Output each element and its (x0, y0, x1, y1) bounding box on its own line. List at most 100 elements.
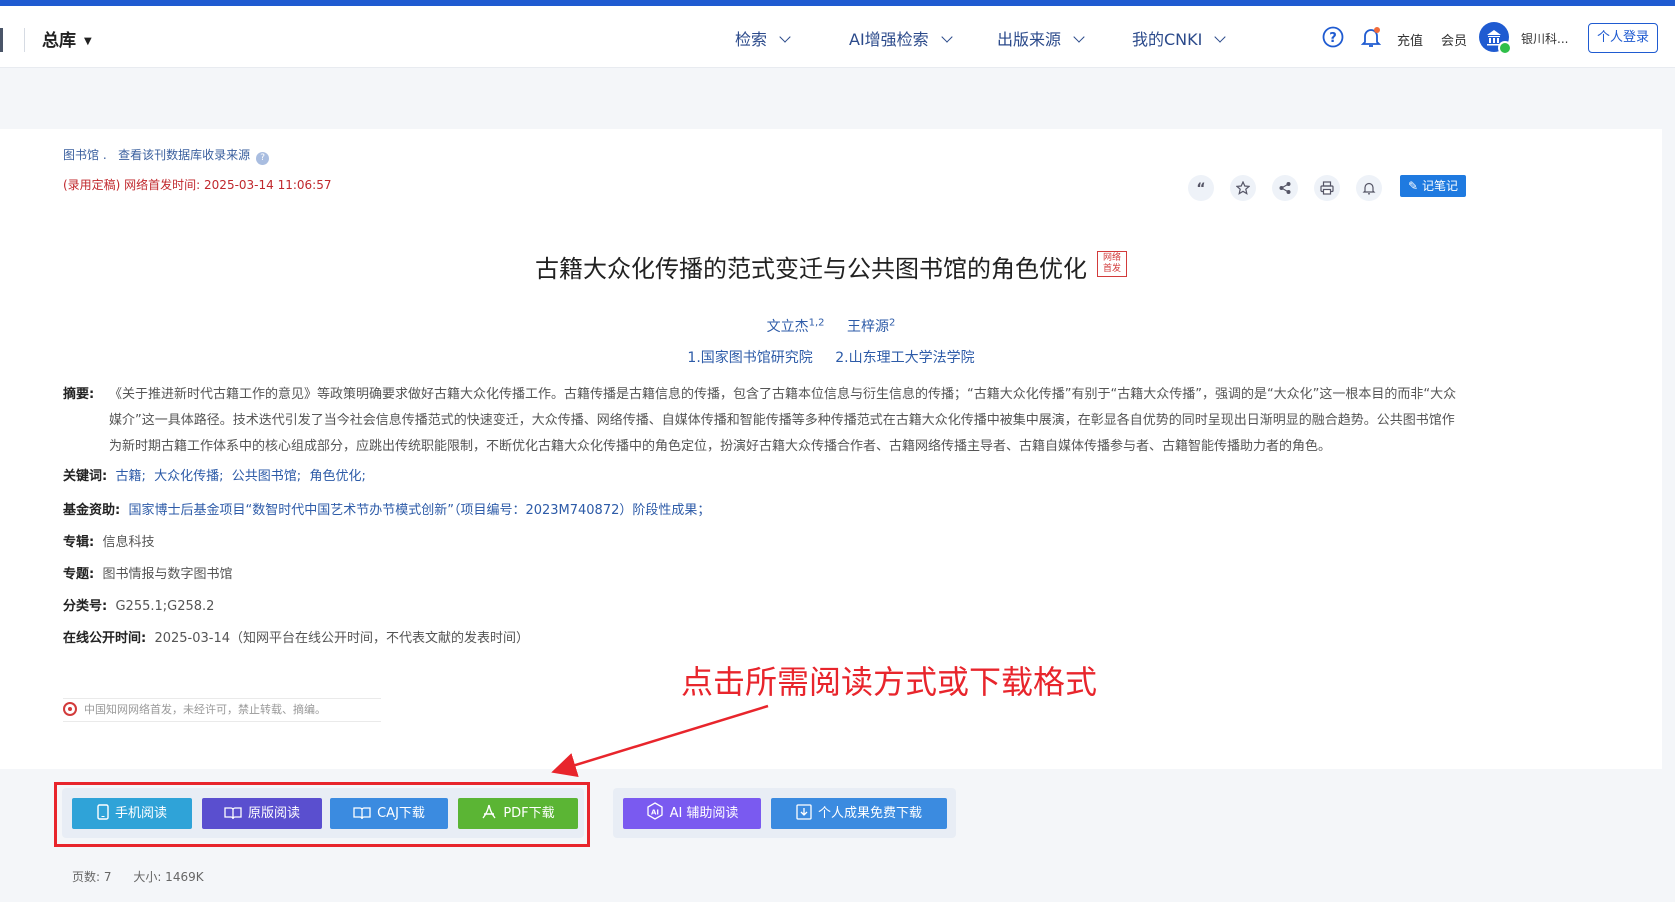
download-icon (796, 801, 812, 832)
chevron-down-icon (1214, 31, 1227, 43)
affiliation-list: 1.国家图书馆研究院 2.山东理工大学法学院 (0, 347, 1662, 367)
file-size: 大小: 1469K (133, 870, 204, 884)
caj-download-label: CAJ下载 (377, 806, 425, 821)
keywords-label: 关键词: (63, 469, 108, 484)
keyword-link[interactable]: 古籍; (115, 469, 145, 484)
author-list: 文立杰1,2 王梓源2 (0, 316, 1662, 336)
page-count: 页数: 7 (72, 870, 112, 884)
file-meta: 页数: 7 大小: 1469K (72, 868, 222, 885)
personal-download-label: 个人成果免费下载 (817, 806, 922, 821)
fund-link[interactable]: 国家博士后基金项目“数智时代中国艺术节办节模式创新”（项目编号：2023M740… (128, 503, 710, 518)
chevron-down-icon (779, 31, 791, 43)
nav-search-label: 检索 (735, 30, 768, 49)
institution-avatar-icon[interactable] (1479, 22, 1512, 55)
class-label: 分类号: (63, 599, 108, 614)
caret-down-icon: ▼ (84, 36, 92, 47)
source-line: 图书馆 . 查看该刊数据库收录来源? (63, 146, 270, 165)
library-selector-label: 总库 (42, 31, 76, 51)
svg-text:“: “ (1196, 181, 1205, 195)
author-name: 文立杰 (766, 319, 809, 335)
copyright-text: 中国知网网络首发，未经许可，禁止转载、摘编。 (84, 703, 326, 716)
author-link[interactable]: 王梓源2 (846, 317, 896, 335)
article-title: 古籍大众化传播的范式变迁与公共图书馆的角色优化 (535, 255, 1087, 283)
ai-read-button[interactable]: AI AI 辅助阅读 (623, 798, 761, 829)
pdf-icon (481, 801, 497, 832)
article-title-row: 古籍大众化传播的范式变迁与公共图书馆的角色优化 网络首发 (0, 249, 1662, 284)
original-read-label: 原版阅读 (247, 806, 300, 821)
keyword-link[interactable]: 公共图书馆; (232, 469, 301, 484)
nav-search[interactable]: 检索 (735, 26, 791, 50)
keyword-link[interactable]: 大众化传播; (154, 469, 223, 484)
series-value: 信息科技 (102, 535, 155, 550)
original-read-button[interactable]: 原版阅读 (202, 798, 322, 829)
print-icon[interactable] (1314, 175, 1340, 201)
online-first-time: (录用定稿) 网络首发时间: 2025-03-14 11:06:57 (63, 178, 332, 192)
member-link[interactable]: 会员 (1441, 30, 1467, 49)
nav-ai-search-label: AI增强检索 (849, 30, 929, 49)
class-row: 分类号: G255.1;G258.2 (63, 594, 214, 620)
journal-link[interactable]: 图书馆 . (63, 148, 107, 162)
class-value: G255.1;G258.2 (115, 599, 215, 614)
affiliation-link[interactable]: 2.山东理工大学法学院 (835, 350, 974, 366)
nav-ai-search[interactable]: AI增强检索 (849, 26, 953, 50)
keyword-link[interactable]: 角色优化; (309, 469, 365, 484)
edit-icon: ✎ (1408, 179, 1419, 193)
personal-download-button[interactable]: 个人成果免费下载 (771, 798, 947, 829)
ai-icon: AI (646, 801, 664, 832)
nav-publication-source[interactable]: 出版来源 (997, 26, 1085, 50)
recharge-link[interactable]: 充值 (1397, 30, 1423, 49)
nav-my-cnki[interactable]: 我的CNKI (1132, 26, 1227, 50)
phone-icon (97, 801, 109, 832)
nav-publication-source-label: 出版来源 (997, 30, 1062, 49)
fund-label: 基金资助: (63, 503, 121, 518)
svg-text:?: ? (1329, 31, 1337, 46)
topic-value: 图书情报与数字图书馆 (102, 567, 233, 582)
quote-icon[interactable]: “ (1188, 175, 1214, 201)
nav-divider (24, 28, 25, 52)
online-first-badge: 网络首发 (1097, 251, 1127, 277)
chevron-down-icon (1073, 31, 1085, 43)
topic-label: 专题: (63, 567, 95, 582)
take-notes-button[interactable]: ✎ 记笔记 (1400, 175, 1466, 197)
pdf-download-button[interactable]: PDF下载 (458, 798, 578, 829)
alert-bell-icon[interactable] (1356, 175, 1382, 201)
mobile-read-label: 手机阅读 (114, 806, 167, 821)
nav-my-cnki-label: 我的CNKI (1132, 30, 1203, 49)
bell-icon[interactable] (1359, 25, 1383, 49)
read-download-panel: 手机阅读 原版阅读 CAJ下载 PDF下载 (62, 788, 584, 838)
help-icon[interactable]: ? (1321, 25, 1345, 49)
online-time-row: 在线公开时间: 2025-03-14（知网平台在线公开时间，不代表文献的发表时间… (63, 626, 529, 652)
ai-panel: AI AI 辅助阅读 个人成果免费下载 (613, 788, 956, 838)
institution-name[interactable]: 银川科... (1521, 30, 1568, 47)
affiliation-link[interactable]: 1.国家图书馆研究院 (687, 350, 812, 366)
verified-icon (1498, 41, 1512, 55)
online-time-label: 在线公开时间: (63, 631, 147, 646)
library-selector[interactable]: 总库 ▼ (42, 26, 92, 51)
chevron-down-icon (941, 31, 953, 43)
book-icon (353, 801, 371, 832)
abstract-block: 摘要: 《关于推进新时代古籍工作的意见》等政策明确要求做好古籍大众化传播工作。古… (63, 382, 1463, 460)
db-source-link[interactable]: 查看该刊数据库收录来源 (118, 148, 250, 162)
online-time-value: 2025-03-14（知网平台在线公开时间，不代表文献的发表时间） (154, 631, 530, 646)
annotation-text: 点击所需阅读方式或下载格式 (681, 663, 1098, 701)
copyright-icon (63, 702, 77, 716)
author-link[interactable]: 文立杰1,2 (766, 317, 825, 335)
book-open-icon (224, 801, 242, 832)
question-icon[interactable]: ? (256, 152, 270, 165)
star-icon[interactable] (1230, 175, 1256, 201)
personal-login-button[interactable]: 个人登录 (1588, 23, 1658, 53)
series-row: 专辑: 信息科技 (63, 530, 154, 556)
share-icon[interactable] (1272, 175, 1298, 201)
author-name: 王梓源 (846, 319, 889, 335)
mobile-read-button[interactable]: 手机阅读 (72, 798, 192, 829)
fund-row: 基金资助: 国家博士后基金项目“数智时代中国艺术节办节模式创新”（项目编号：20… (63, 498, 710, 524)
abstract-text: 《关于推进新时代古籍工作的意见》等政策明确要求做好古籍大众化传播工作。古籍传播是… (109, 387, 1457, 454)
top-navigation-bar: 总库 ▼ 检索 AI增强检索 出版来源 我的CNKI ? 充值 会员 银川科...… (0, 6, 1675, 68)
series-label: 专辑: (63, 535, 95, 550)
edge-marker (0, 28, 3, 52)
ai-read-label: AI 辅助阅读 (669, 806, 739, 821)
caj-download-button[interactable]: CAJ下载 (330, 798, 448, 829)
topic-row: 专题: 图书情报与数字图书馆 (63, 562, 232, 588)
author-affil-sup: 2 (888, 317, 896, 329)
pdf-download-label: PDF下载 (503, 806, 555, 821)
